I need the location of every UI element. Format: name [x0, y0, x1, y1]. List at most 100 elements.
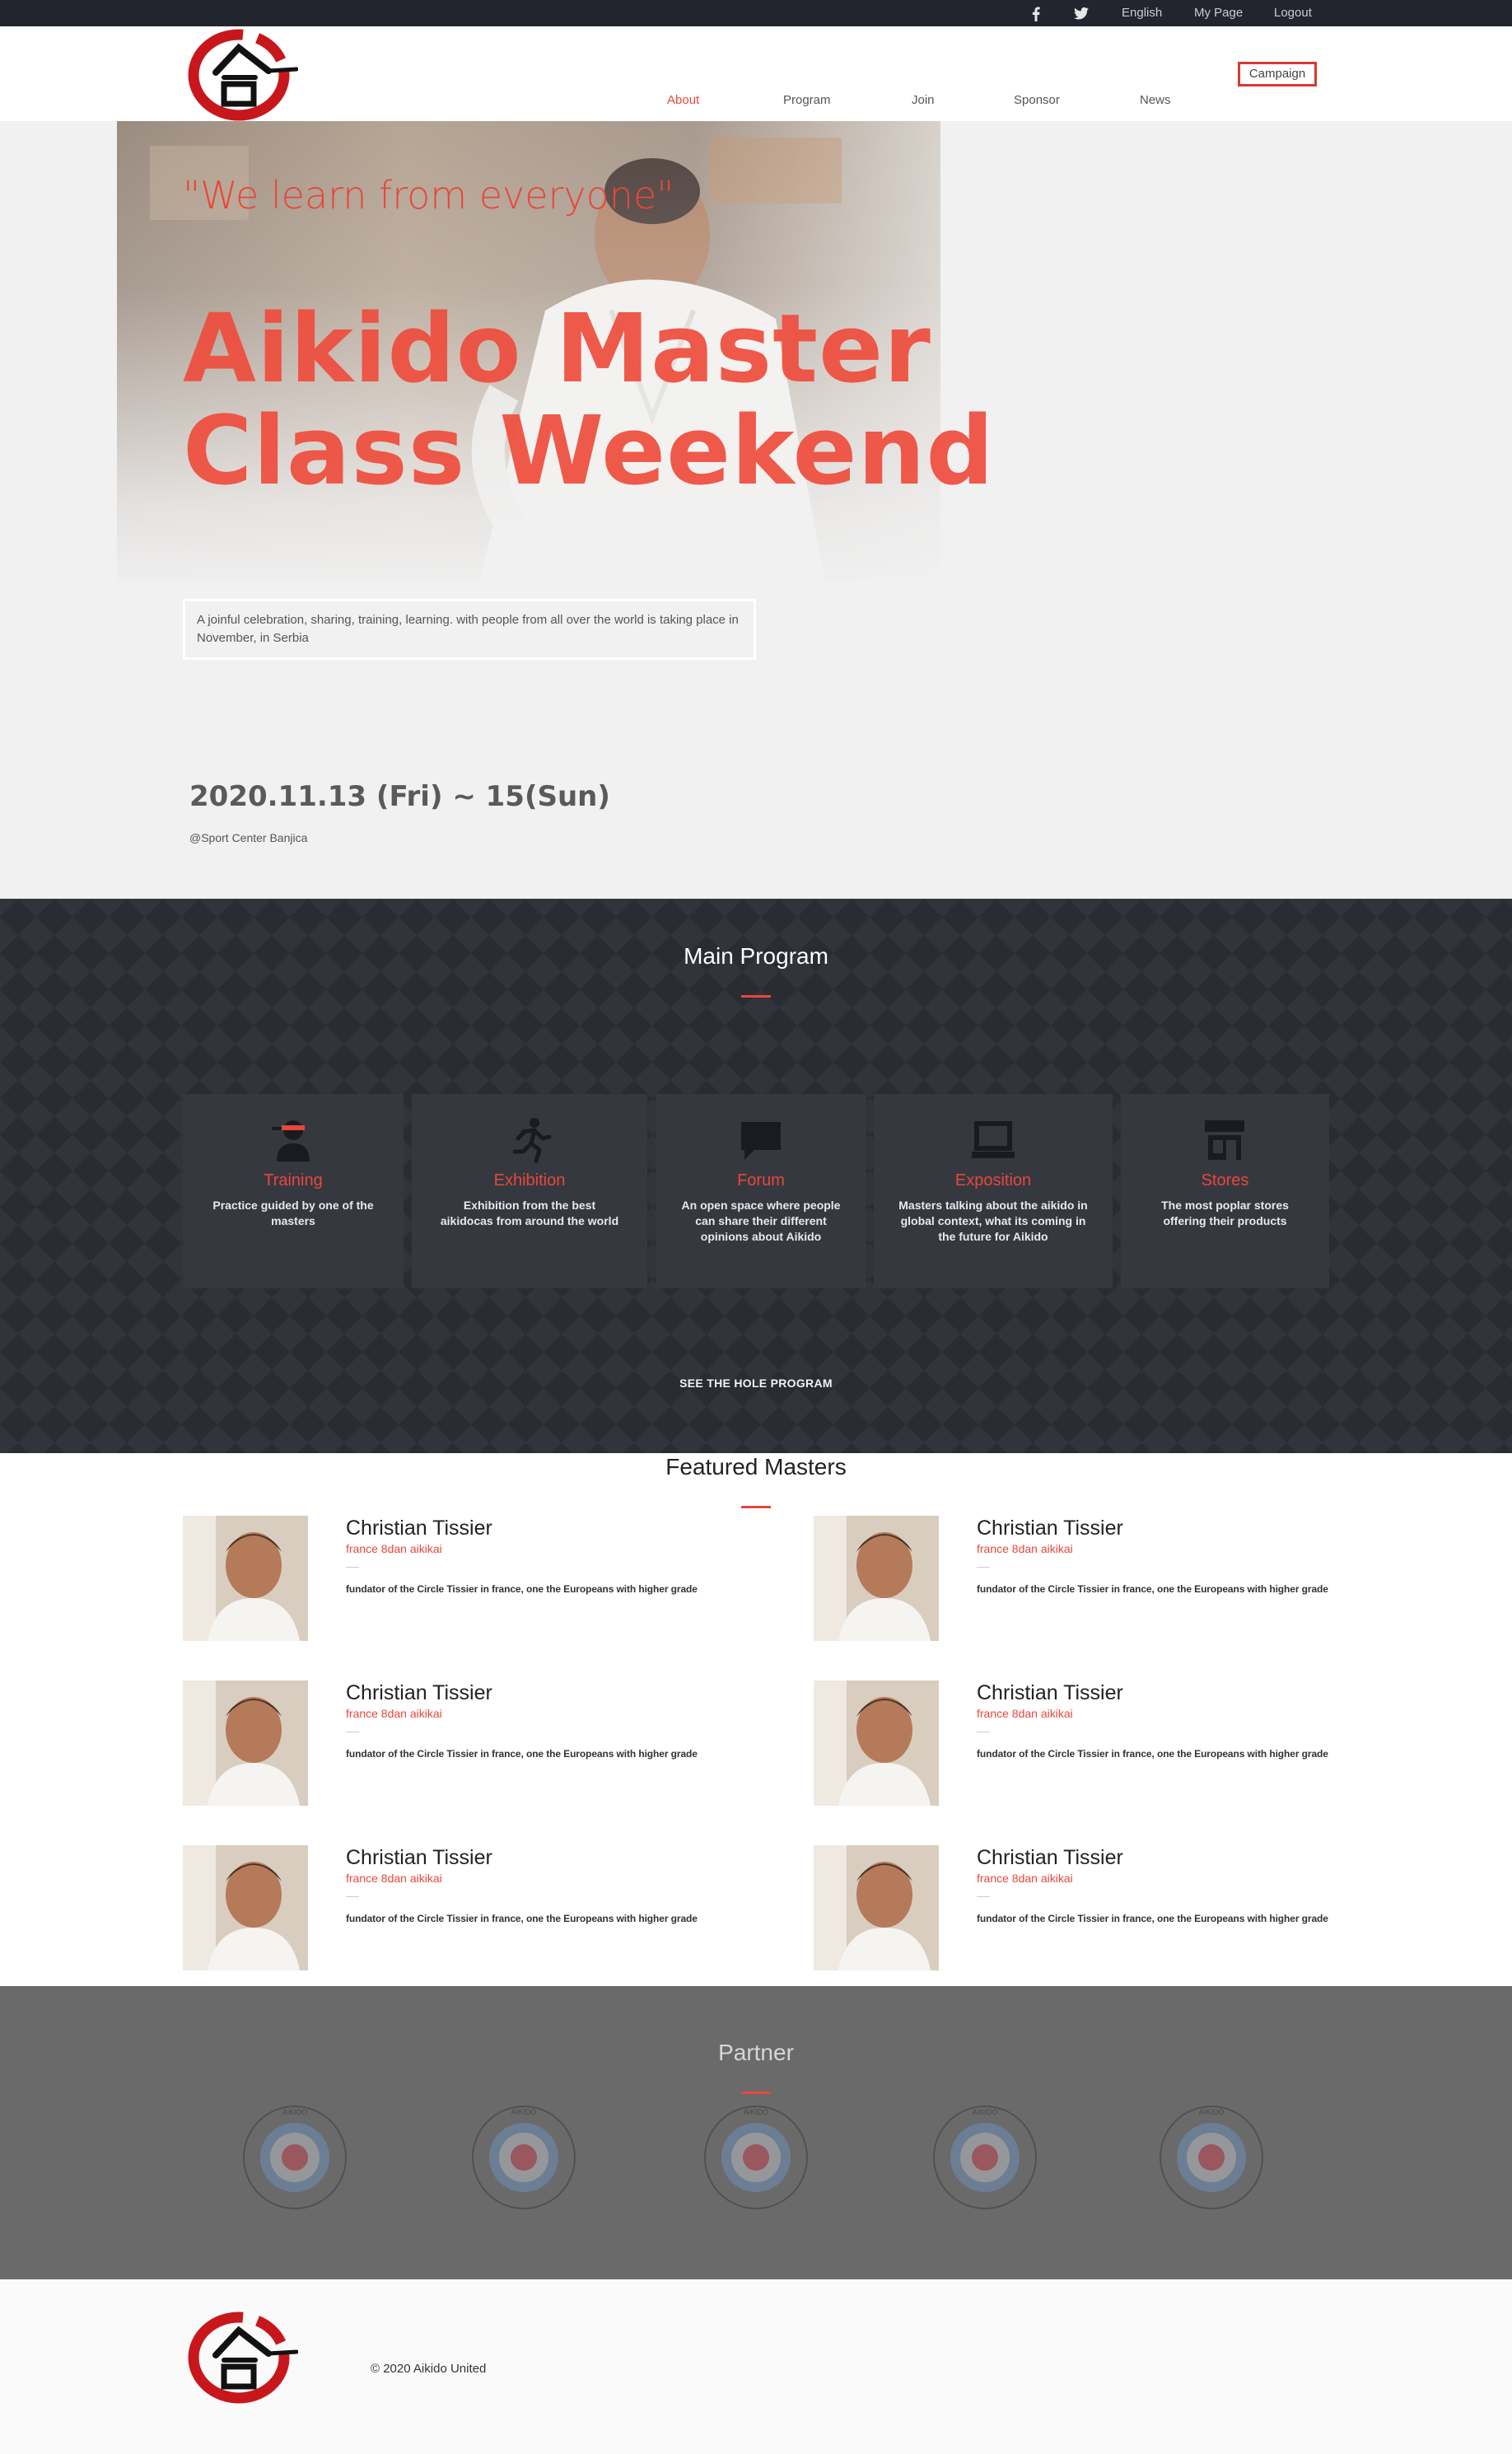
master-grade: france 8dan aikikai [977, 1707, 1073, 1720]
svg-text:AIKIDO: AIKIDO [282, 2108, 308, 2116]
program-title: Main Program [684, 943, 828, 969]
master-name: Christian Tissier [977, 1517, 1123, 1540]
master-grade: france 8dan aikikai [346, 1872, 442, 1885]
nav-join[interactable]: Join [912, 92, 935, 109]
master-card[interactable]: Christian Tissier france 8dan aikikai fu… [814, 1516, 1440, 1641]
master-name: Christian Tissier [346, 1517, 492, 1540]
card-text: Practice guided by one of the masters [212, 1199, 374, 1227]
master-divider [977, 1567, 990, 1568]
laptop-icon [972, 1121, 1015, 1158]
master-divider [346, 1896, 359, 1897]
language-link[interactable]: English [1122, 5, 1162, 21]
hero-quote: "We learn from everyone" [183, 173, 674, 217]
card-title: Exhibition [493, 1171, 566, 1190]
partner-logo[interactable]: AIKIDO [1155, 2101, 1267, 2213]
campaign-button[interactable]: Campaign [1238, 62, 1317, 86]
master-name: Christian Tissier [977, 1681, 1123, 1704]
footer-logo[interactable] [183, 2309, 298, 2404]
master-bio: fundator of the Circle Tissier in france… [977, 1748, 1328, 1760]
logout-link[interactable]: Logout [1274, 5, 1312, 21]
master-name: Christian Tissier [977, 1846, 1123, 1869]
hero-description: A joinful celebration, sharing, training… [183, 599, 756, 660]
main-navbar: About Program Join Sponsor News Campaign [0, 26, 1512, 121]
event-venue: @Sport Center Banjica [189, 831, 308, 844]
master-grade: france 8dan aikikai [977, 1872, 1073, 1885]
master-photo [183, 1680, 308, 1806]
master-grade: france 8dan aikikai [346, 1707, 442, 1720]
master-grade: france 8dan aikikai [346, 1542, 442, 1555]
hero-title: Aikido Master Class Weekend [183, 298, 995, 502]
master-bio: fundator of the Circle Tissier in france… [977, 1583, 1328, 1595]
program-title-underline [741, 995, 771, 998]
program-card-stores[interactable]: Stores The most poplar stores offering t… [1121, 1094, 1329, 1288]
card-text: The most poplar stores offering their pr… [1161, 1199, 1289, 1227]
partner-logo[interactable]: AIKIDO [239, 2101, 351, 2213]
nav-program[interactable]: Program [783, 92, 831, 109]
top-bar: English My Page Logout [0, 0, 1512, 26]
partner-logo[interactable]: AIKIDO [468, 2101, 580, 2213]
my-page-link[interactable]: My Page [1194, 5, 1243, 21]
master-card[interactable]: Christian Tissier france 8dan aikikai fu… [814, 1680, 1440, 1806]
nav-sponsor[interactable]: Sponsor [1014, 92, 1060, 109]
store-icon [1205, 1120, 1244, 1160]
facebook-icon[interactable] [1028, 5, 1044, 21]
aikido-logo[interactable] [183, 26, 298, 121]
master-bio: fundator of the Circle Tissier in france… [346, 1913, 698, 1924]
card-title: Stores [1201, 1171, 1249, 1190]
master-card[interactable]: Christian Tissier france 8dan aikikai fu… [814, 1845, 1440, 1970]
master-divider [977, 1896, 990, 1897]
chat-bubble-icon [741, 1122, 781, 1160]
running-person-icon [512, 1118, 552, 1163]
nav-about[interactable]: About [667, 92, 699, 109]
master-photo [814, 1845, 939, 1970]
card-title: Training [264, 1171, 323, 1190]
svg-text:AIKIDO: AIKIDO [511, 2108, 537, 2116]
program-card-training[interactable]: Training Practice guided by one of the m… [183, 1094, 404, 1288]
nav-news[interactable]: News [1140, 92, 1171, 109]
program-card-exposition[interactable]: Exposition Masters talking about the aik… [874, 1094, 1113, 1288]
master-card[interactable]: Christian Tissier france 8dan aikikai fu… [183, 1845, 809, 1970]
footer: © 2020 Aikido United [0, 2279, 1512, 2454]
featured-masters-section: Featured Masters Christian Tissier franc… [0, 1453, 1512, 1986]
partner-logo[interactable]: AIKIDO [700, 2101, 812, 2213]
masters-title: Featured Masters [665, 1454, 847, 1479]
master-card[interactable]: Christian Tissier france 8dan aikikai fu… [183, 1680, 809, 1806]
master-divider [346, 1567, 359, 1568]
program-card-exhibition[interactable]: Exhibition Exhibition from the best aiki… [412, 1094, 647, 1288]
master-photo [814, 1680, 939, 1806]
see-program-button[interactable]: SEE THE HOLE PROGRAM [674, 1377, 838, 1390]
program-card-forum[interactable]: Forum An open space where people can sha… [656, 1094, 866, 1288]
master-bio: fundator of the Circle Tissier in france… [977, 1913, 1328, 1924]
card-title: Forum [737, 1171, 785, 1190]
svg-text:AIKIDO: AIKIDO [973, 2108, 998, 2116]
trainer-icon [272, 1120, 310, 1162]
master-name: Christian Tissier [346, 1681, 492, 1704]
partner-logo[interactable]: AIKIDO [929, 2101, 1041, 2213]
card-text: Masters talking about the aikido in glob… [898, 1199, 1088, 1243]
master-bio: fundator of the Circle Tissier in france… [346, 1583, 698, 1595]
partner-title-underline [741, 2092, 771, 2094]
twitter-icon[interactable] [1073, 5, 1090, 21]
partner-title: Partner [718, 2040, 794, 2065]
hero-title-line2: Class Weekend [183, 396, 995, 507]
card-text: Exhibition from the best aikidocas from … [440, 1199, 619, 1227]
event-date: 2020.11.13 (Fri) ~ 15(Sun) [189, 780, 610, 813]
master-card[interactable]: Christian Tissier france 8dan aikikai fu… [183, 1516, 809, 1641]
master-photo [814, 1516, 939, 1641]
masters-title-underline [741, 1506, 771, 1508]
master-photo [183, 1516, 308, 1641]
page: English My Page Logout About Program Joi… [0, 0, 1512, 2454]
hero-section: "We learn from everyone" Aikido Master C… [0, 121, 1512, 899]
svg-text:AIKIDO: AIKIDO [1199, 2108, 1225, 2116]
card-title: Exposition [954, 1171, 1032, 1190]
hero-title-line1: Aikido Master [183, 294, 931, 404]
card-text: An open space where people can share the… [681, 1199, 841, 1243]
svg-text:AIKIDO: AIKIDO [744, 2108, 769, 2116]
master-photo [183, 1845, 308, 1970]
main-program-section: Main Program Training Practice guided by… [0, 899, 1512, 1453]
master-grade: france 8dan aikikai [977, 1542, 1073, 1555]
partner-section: Partner AIKIDO AIKIDO AIKIDO AIKIDO AIKI… [0, 1986, 1512, 2279]
master-bio: fundator of the Circle Tissier in france… [346, 1748, 698, 1760]
master-name: Christian Tissier [346, 1846, 492, 1869]
copyright-text: © 2020 Aikido United [371, 2362, 487, 2376]
